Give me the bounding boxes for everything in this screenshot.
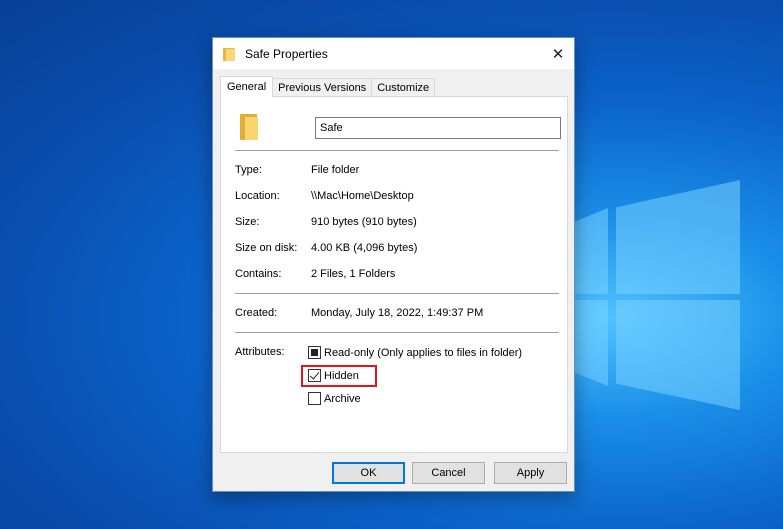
archive-label: Archive bbox=[324, 392, 361, 405]
size-value: 910 bytes (910 bytes) bbox=[311, 216, 417, 228]
tab-previous-versions[interactable]: Previous Versions bbox=[272, 78, 373, 97]
attributes-label: Attributes: bbox=[235, 346, 285, 358]
readonly-checkbox[interactable]: Read-only (Only applies to files in fold… bbox=[308, 346, 522, 359]
logo-pane-top-right bbox=[616, 180, 740, 294]
hidden-label: Hidden bbox=[324, 369, 359, 382]
logo-pane-bottom-left bbox=[570, 300, 608, 386]
divider bbox=[235, 150, 559, 151]
folder-name-input[interactable] bbox=[315, 117, 561, 139]
type-value: File folder bbox=[311, 164, 360, 176]
location-value: \\Mac\Home\Desktop bbox=[311, 190, 414, 202]
windows-logo bbox=[570, 178, 742, 410]
archive-checkbox-box[interactable] bbox=[308, 392, 321, 405]
size-on-disk-value: 4.00 KB (4,096 bytes) bbox=[311, 242, 418, 254]
tab-general[interactable]: General bbox=[220, 76, 274, 97]
contains-value: 2 Files, 1 Folders bbox=[311, 268, 396, 280]
archive-checkbox[interactable]: Archive bbox=[308, 392, 361, 405]
divider bbox=[235, 293, 559, 294]
hidden-checkbox-box[interactable] bbox=[308, 369, 321, 382]
created-label: Created: bbox=[235, 307, 278, 319]
created-value: Monday, July 18, 2022, 1:49:37 PM bbox=[311, 307, 484, 319]
dialog-title: Safe Properties bbox=[245, 46, 328, 61]
folder-icon bbox=[223, 47, 239, 61]
cancel-button[interactable]: Cancel bbox=[412, 462, 485, 484]
size-label: Size: bbox=[235, 216, 260, 228]
hidden-checkbox[interactable]: Hidden bbox=[308, 369, 359, 382]
location-label: Location: bbox=[235, 190, 280, 202]
type-label: Type: bbox=[235, 164, 262, 176]
divider bbox=[235, 332, 559, 333]
size-on-disk-label: Size on disk: bbox=[235, 242, 298, 254]
logo-pane-bottom-right bbox=[616, 300, 740, 410]
readonly-checkbox-box[interactable] bbox=[308, 346, 321, 359]
folder-icon bbox=[240, 114, 260, 140]
properties-dialog: Safe Properties ✕ General Previous Versi… bbox=[212, 37, 575, 492]
tab-customize[interactable]: Customize bbox=[371, 78, 436, 97]
ok-button[interactable]: OK bbox=[332, 462, 405, 484]
readonly-label: Read-only (Only applies to files in fold… bbox=[324, 346, 523, 359]
logo-pane-top-left bbox=[570, 208, 608, 294]
contains-label: Contains: bbox=[235, 268, 282, 280]
tab-strip: General Previous Versions Customize bbox=[220, 76, 436, 97]
apply-button[interactable]: Apply bbox=[494, 462, 567, 484]
close-icon: ✕ bbox=[551, 45, 565, 63]
title-bar[interactable]: Safe Properties ✕ bbox=[213, 38, 574, 69]
close-button[interactable]: ✕ bbox=[542, 38, 574, 69]
general-tab-panel: Type: File folder Location: \\Mac\Home\D… bbox=[220, 96, 568, 453]
